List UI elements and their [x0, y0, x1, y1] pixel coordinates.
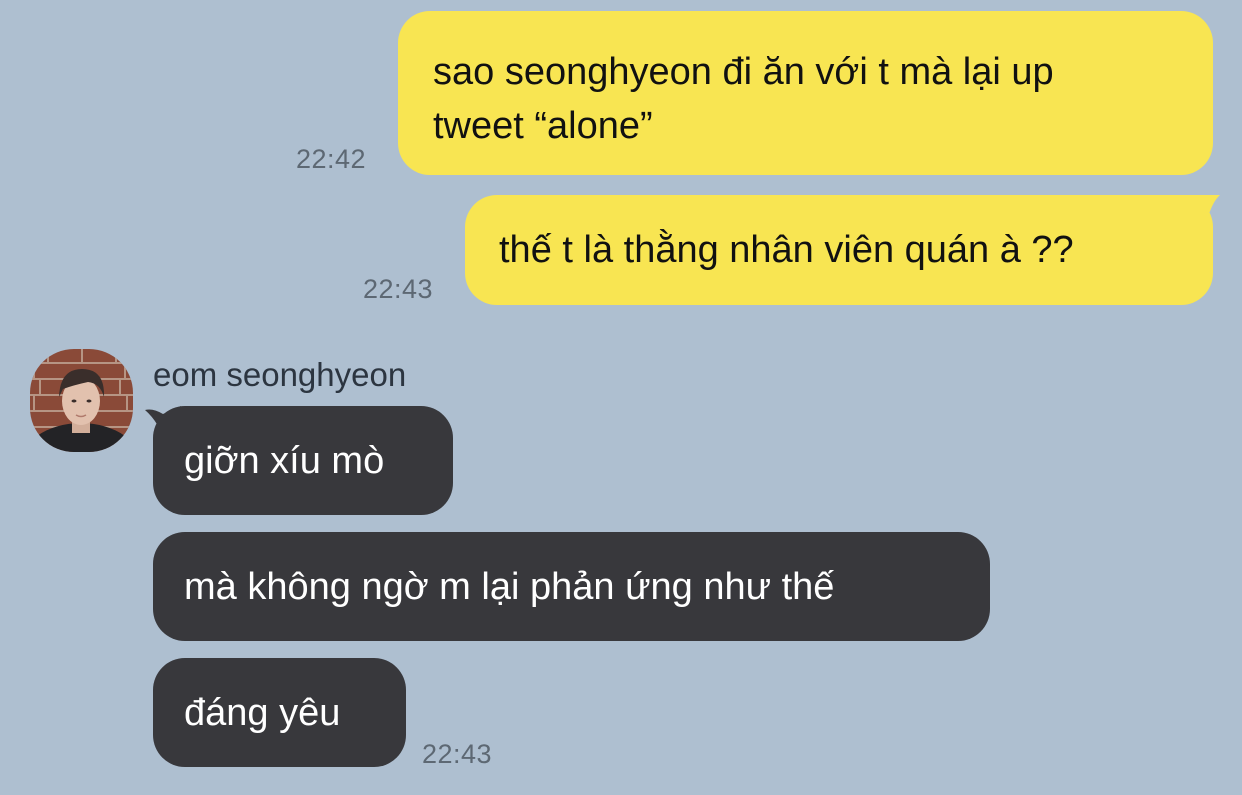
message-text-line: tweet “alone” [433, 105, 653, 147]
contact-message-bubble[interactable]: đáng yêu [153, 658, 406, 767]
message-timestamp: 22:43 [363, 274, 434, 304]
message-timestamp: 22:43 [422, 739, 493, 769]
contact-avatar[interactable] [30, 349, 133, 452]
my-message-bubble[interactable]: sao seonghyeon đi ăn với t mà lại up twe… [398, 11, 1213, 175]
message-timestamp: 22:42 [296, 144, 367, 174]
message-text-line: thế t là thằng nhân viên quán à ?? [499, 229, 1074, 271]
contact-message-bubble[interactable]: mà không ngờ m lại phản ứng như thế [153, 532, 990, 641]
message-text-line: giỡn xíu mò [184, 440, 385, 482]
contact-message-bubble[interactable]: giỡn xíu mò [153, 406, 453, 515]
bubble-tail-right [1180, 195, 1220, 235]
message-text-line: mà không ngờ m lại phản ứng như thế [184, 566, 835, 608]
sender-name: eom seonghyeon [153, 356, 407, 393]
message-text-line: sao seonghyeon đi ăn với t mà lại up [433, 51, 1054, 93]
contact-avatar-photo [30, 349, 133, 452]
message-text-line: đáng yêu [184, 692, 341, 734]
my-message-bubble[interactable]: thế t là thằng nhân viên quán à ?? [465, 195, 1213, 305]
